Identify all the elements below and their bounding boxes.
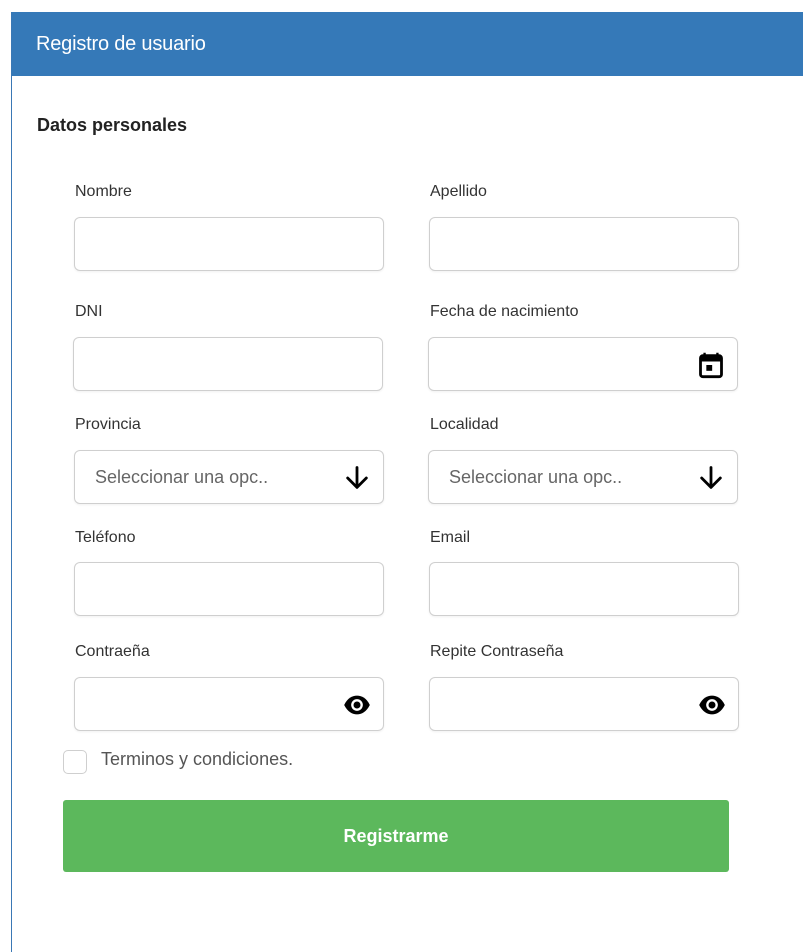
nombre-label: Nombre <box>75 183 132 200</box>
email-field[interactable] <box>429 562 739 616</box>
password-repeat-label: Repite Contraseña <box>430 643 564 660</box>
telefono-label: Teléfono <box>75 529 136 546</box>
apellido-label: Apellido <box>430 183 487 200</box>
provincia-selected-value: Seleccionar una opc.. <box>95 467 269 487</box>
telefono-input[interactable] <box>75 563 383 615</box>
localidad-label: Localidad <box>430 416 499 433</box>
panel-title: Registro de usuario <box>36 33 206 55</box>
fecha-label: Fecha de nacimiento <box>430 303 579 320</box>
arrow-down-icon[interactable] <box>697 464 725 492</box>
password-repeat-input[interactable] <box>430 678 738 730</box>
provincia-label: Provincia <box>75 416 141 433</box>
nombre-field[interactable] <box>74 217 384 271</box>
provincia-select[interactable]: Seleccionar una opc.. <box>74 450 384 504</box>
localidad-select[interactable]: Seleccionar una opc.. <box>428 450 738 504</box>
register-button[interactable]: Registrarme <box>63 800 729 872</box>
section-title: Datos personales <box>37 115 188 135</box>
fecha-field[interactable] <box>428 337 738 391</box>
apellido-field[interactable] <box>429 217 739 271</box>
password-label: Contraeña <box>75 643 150 660</box>
email-label: Email <box>430 529 471 546</box>
calendar-icon[interactable] <box>697 351 725 379</box>
dni-field[interactable] <box>73 337 383 391</box>
terms-checkbox[interactable] <box>63 750 87 774</box>
dni-input[interactable] <box>74 338 382 390</box>
eye-icon[interactable] <box>698 691 726 719</box>
terms-label[interactable]: Terminos y condiciones. <box>101 749 293 770</box>
localidad-selected-value: Seleccionar una opc.. <box>449 467 623 487</box>
telefono-field[interactable] <box>74 562 384 616</box>
eye-icon[interactable] <box>343 691 371 719</box>
panel-header: Registro de usuario <box>12 12 803 76</box>
password-input[interactable] <box>75 678 383 730</box>
fecha-input[interactable] <box>429 338 737 390</box>
arrow-down-icon[interactable] <box>343 464 371 492</box>
password-repeat-field[interactable] <box>429 677 739 731</box>
nombre-input[interactable] <box>75 218 383 270</box>
dni-label: DNI <box>75 303 103 320</box>
apellido-input[interactable] <box>430 218 738 270</box>
email-input[interactable] <box>430 563 738 615</box>
password-field[interactable] <box>74 677 384 731</box>
